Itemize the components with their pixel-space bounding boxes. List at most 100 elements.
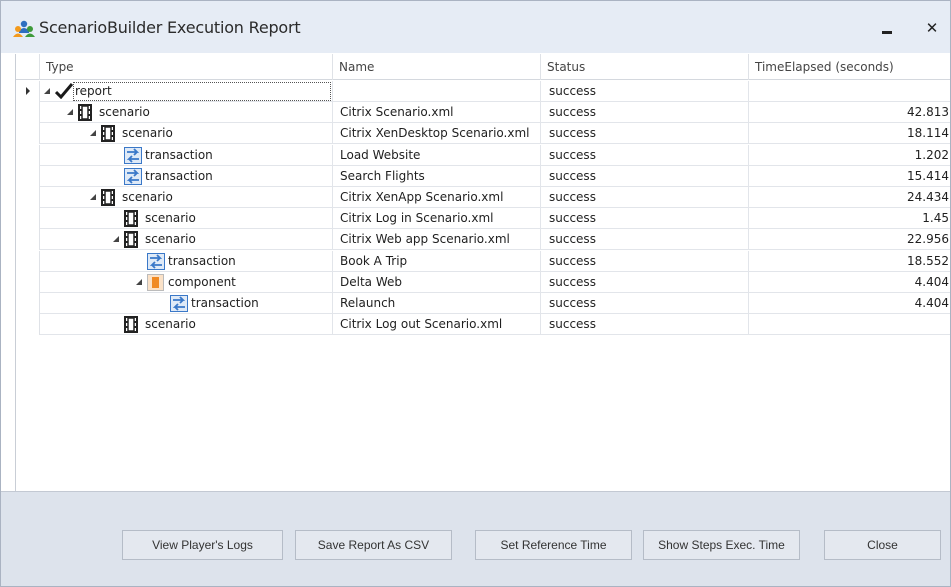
type-cell[interactable]: transaction: [40, 293, 333, 314]
name-cell[interactable]: [333, 81, 541, 102]
time-elapsed-cell[interactable]: 4.404: [749, 293, 950, 314]
table-row[interactable]: report success: [16, 81, 950, 102]
type-cell[interactable]: transaction: [40, 144, 333, 166]
grid-header: Type Name Status TimeElapsed (seconds): [16, 54, 950, 80]
status-cell[interactable]: success: [541, 314, 749, 336]
time-elapsed-cell[interactable]: [749, 314, 950, 336]
name-cell[interactable]: Search Flights: [333, 165, 541, 187]
row-indicator[interactable]: [16, 81, 40, 102]
table-row[interactable]: component Delta Web success 4.404: [16, 271, 950, 293]
row-indicator[interactable]: [16, 102, 40, 124]
status-cell[interactable]: success: [541, 123, 749, 145]
time-elapsed-cell[interactable]: 15.414: [749, 166, 950, 187]
column-header-time-elapsed[interactable]: TimeElapsed (seconds): [749, 54, 950, 80]
time-elapsed-cell[interactable]: 18.552: [749, 251, 950, 272]
type-cell[interactable]: scenario: [40, 229, 333, 251]
row-indicator[interactable]: [16, 123, 40, 145]
title-bar[interactable]: ScenarioBuilder Execution Report ✕: [1, 1, 950, 53]
time-elapsed-cell[interactable]: [749, 81, 950, 102]
type-label: scenario: [145, 211, 196, 226]
table-row[interactable]: scenario Citrix XenApp Scenario.xml succes…: [16, 187, 950, 208]
status-cell[interactable]: success: [541, 81, 749, 102]
row-indicator[interactable]: [16, 250, 40, 272]
row-indicator[interactable]: [16, 187, 40, 208]
time-elapsed-cell[interactable]: 4.404: [749, 272, 950, 293]
show-steps-exec-time-button[interactable]: Show Steps Exec. Time: [643, 530, 800, 560]
expand-collapse-icon[interactable]: [113, 236, 119, 243]
minimize-button[interactable]: [873, 16, 901, 40]
row-indicator[interactable]: [16, 208, 40, 230]
type-cell[interactable]: component: [40, 271, 333, 293]
type-cell[interactable]: scenario: [40, 314, 333, 336]
expand-collapse-icon[interactable]: [67, 109, 73, 116]
status-cell[interactable]: success: [541, 229, 749, 251]
name-cell[interactable]: Book A Trip: [333, 250, 541, 272]
type-cell[interactable]: report: [40, 81, 333, 102]
name-cell[interactable]: Citrix Web app Scenario.xml: [333, 229, 541, 251]
row-indicator[interactable]: [16, 314, 40, 336]
time-elapsed-cell[interactable]: 22.956: [749, 229, 950, 251]
type-cell[interactable]: scenario: [40, 208, 333, 230]
status-cell[interactable]: success: [541, 102, 749, 124]
status-cell[interactable]: success: [541, 144, 749, 166]
expand-collapse-icon[interactable]: [136, 278, 142, 285]
name-cell[interactable]: Load Website: [333, 144, 541, 166]
row-indicator[interactable]: [16, 144, 40, 166]
time-elapsed-cell[interactable]: 42.813: [749, 102, 950, 124]
table-row[interactable]: transaction Load Website success 1.202: [16, 144, 950, 166]
time-elapsed-cell[interactable]: 24.434: [749, 187, 950, 208]
expand-collapse-icon[interactable]: [44, 88, 50, 94]
time-elapsed-cell[interactable]: 1.202: [749, 145, 950, 166]
save-report-csv-button[interactable]: Save Report As CSV: [295, 530, 452, 560]
status-cell[interactable]: success: [541, 293, 749, 314]
name-cell[interactable]: Citrix Scenario.xml: [333, 102, 541, 124]
set-reference-time-button[interactable]: Set Reference Time: [475, 530, 632, 560]
row-indicator[interactable]: [16, 229, 40, 251]
name-cell[interactable]: Citrix Log in Scenario.xml: [333, 208, 541, 230]
grid-empty-area: [16, 361, 950, 491]
table-row[interactable]: scenario Citrix Log out Scenario.xml succe…: [16, 314, 950, 336]
table-row[interactable]: transaction Search Flights success 15.414: [16, 165, 950, 187]
type-label: transaction: [191, 296, 259, 310]
status-cell[interactable]: success: [541, 208, 749, 230]
name-cell[interactable]: Citrix XenDesktop Scenario.xml: [333, 123, 541, 145]
table-row[interactable]: scenario Citrix XenDesktop Scenario.xml su…: [16, 123, 950, 145]
column-header-type[interactable]: Type: [40, 54, 333, 80]
name-cell[interactable]: Citrix XenApp Scenario.xml: [333, 187, 541, 208]
expand-collapse-icon[interactable]: [90, 130, 96, 137]
expand-collapse-icon[interactable]: [90, 194, 96, 200]
status-cell[interactable]: success: [541, 165, 749, 187]
name-cell[interactable]: Relaunch: [333, 293, 541, 314]
table-row[interactable]: scenario Citrix Log in Scenario.xml succes…: [16, 208, 950, 230]
time-elapsed-cell[interactable]: 1.45: [749, 208, 950, 230]
film-icon: [101, 125, 115, 143]
type-cell[interactable]: transaction: [40, 165, 333, 187]
type-cell[interactable]: transaction: [40, 250, 333, 272]
status-cell[interactable]: success: [541, 187, 749, 208]
focused-cell-outline: [73, 82, 331, 101]
status-cell[interactable]: success: [541, 271, 749, 293]
table-row[interactable]: transaction Relaunch success 4.404: [16, 293, 950, 314]
view-players-logs-button[interactable]: View Player's Logs: [122, 530, 283, 560]
table-row[interactable]: transaction Book A Trip success 18.552: [16, 250, 950, 272]
column-header-name[interactable]: Name: [333, 54, 541, 80]
row-indicator[interactable]: [16, 271, 40, 293]
report-tree-grid[interactable]: Type Name Status TimeElapsed (seconds) r…: [15, 54, 950, 491]
table-row[interactable]: scenario Citrix Scenario.xml success 42.813: [16, 102, 950, 124]
close-button[interactable]: Close: [824, 530, 941, 560]
close-icon: ✕: [925, 19, 939, 37]
close-window-button[interactable]: ✕: [918, 16, 946, 40]
table-row[interactable]: scenario Citrix Web app Scenario.xml succe…: [16, 229, 950, 251]
status-cell[interactable]: success: [541, 250, 749, 272]
name-cell[interactable]: Delta Web: [333, 271, 541, 293]
row-indicator[interactable]: [16, 165, 40, 187]
type-cell[interactable]: scenario: [40, 187, 333, 208]
time-elapsed-cell[interactable]: 18.114: [749, 123, 950, 145]
row-indicator[interactable]: [16, 293, 40, 314]
film-icon: [124, 316, 138, 334]
type-cell[interactable]: scenario: [40, 123, 333, 145]
film-icon: [124, 231, 138, 249]
type-cell[interactable]: scenario: [40, 102, 333, 124]
name-cell[interactable]: Citrix Log out Scenario.xml: [333, 314, 541, 336]
column-header-status[interactable]: Status: [541, 54, 749, 80]
